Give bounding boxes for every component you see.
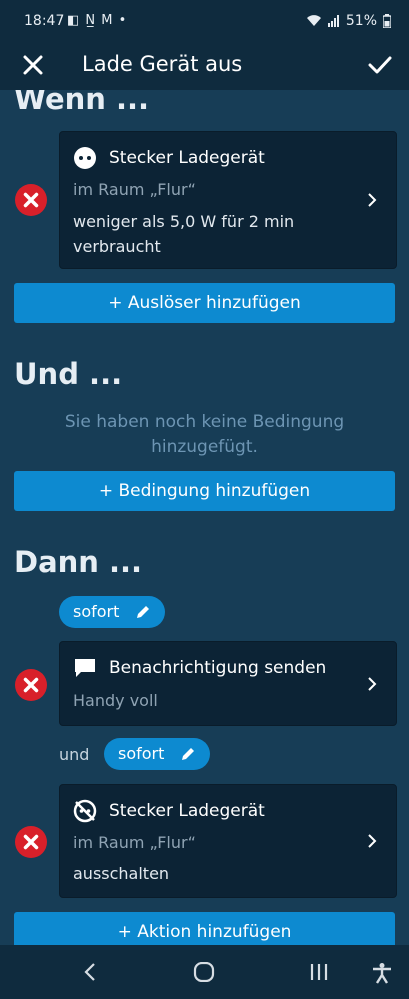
trigger-condition: weniger als 5,0 W für 2 min verbraucht <box>73 212 295 256</box>
trigger-room: im Raum „Flur“ <box>73 180 196 199</box>
confirm-check-icon[interactable] <box>365 50 395 80</box>
trigger-card[interactable]: Stecker Ladegerät im Raum „Flur“ weniger… <box>59 131 397 269</box>
pencil-icon <box>137 606 149 618</box>
chevron-right-icon <box>368 677 377 691</box>
battery-percent: 51% <box>345 13 377 29</box>
connector-label: und <box>59 745 90 764</box>
timing-chip[interactable]: sofort <box>104 738 210 770</box>
remove-action-icon[interactable] <box>15 826 47 858</box>
signal-icon <box>327 15 339 27</box>
close-icon[interactable] <box>18 50 48 80</box>
home-icon[interactable] <box>193 962 215 982</box>
recent-apps-icon[interactable] <box>309 962 329 982</box>
remove-trigger-icon[interactable] <box>15 184 47 216</box>
scroll-content[interactable]: Wenn ... Stecker Ladegerät im Raum „Flur… <box>0 90 409 945</box>
action-detail: Handy voll <box>73 691 158 710</box>
message-icon <box>75 659 95 677</box>
action-card-plug[interactable]: Stecker Ladegerät im Raum „Flur“ ausscha… <box>59 784 397 898</box>
page-title: Lade Gerät aus <box>82 52 243 76</box>
then-heading: Dann ... <box>14 545 143 579</box>
chevron-right-icon <box>368 193 377 207</box>
battery-icon <box>383 14 391 28</box>
timing-chip[interactable]: sofort <box>59 596 165 628</box>
chevron-right-icon <box>368 834 377 848</box>
remove-action-icon[interactable] <box>15 669 47 701</box>
status-time: 18:47 <box>24 13 65 29</box>
plug-off-icon <box>73 799 97 823</box>
trigger-device-name: Stecker Ladegerät <box>109 148 265 168</box>
accessibility-icon[interactable] <box>371 962 393 984</box>
no-condition-text: Sie haben noch keine Bedingung hinzugefü… <box>64 412 345 457</box>
action-detail: ausschalten <box>73 864 170 883</box>
add-action-button[interactable]: + Aktion hinzufügen <box>14 912 395 945</box>
pencil-icon <box>182 748 194 760</box>
when-heading: Wenn ... <box>14 90 150 116</box>
add-trigger-button[interactable]: + Auslöser hinzufügen <box>14 283 395 323</box>
app-bar: Lade Gerät aus <box>0 42 409 90</box>
notification-icons: ◧ N̲ M • <box>67 13 128 28</box>
wifi-icon <box>306 15 321 26</box>
add-condition-button[interactable]: + Bedingung hinzufügen <box>14 471 395 511</box>
action-device-name: Stecker Ladegerät <box>109 801 265 821</box>
action-room: im Raum „Flur“ <box>73 833 196 852</box>
power-plug-icon <box>74 147 96 169</box>
timing-chip-label: sofort <box>73 602 120 621</box>
back-icon[interactable] <box>83 962 97 982</box>
and-heading: Und ... <box>14 357 123 391</box>
system-nav-bar <box>0 945 409 999</box>
status-bar: 18:47 ◧ N̲ M • 51% <box>0 0 409 42</box>
action-title: Benachrichtigung senden <box>109 658 327 678</box>
timing-chip-label: sofort <box>118 744 165 763</box>
action-card-notification[interactable]: Benachrichtigung senden Handy voll <box>59 641 397 726</box>
